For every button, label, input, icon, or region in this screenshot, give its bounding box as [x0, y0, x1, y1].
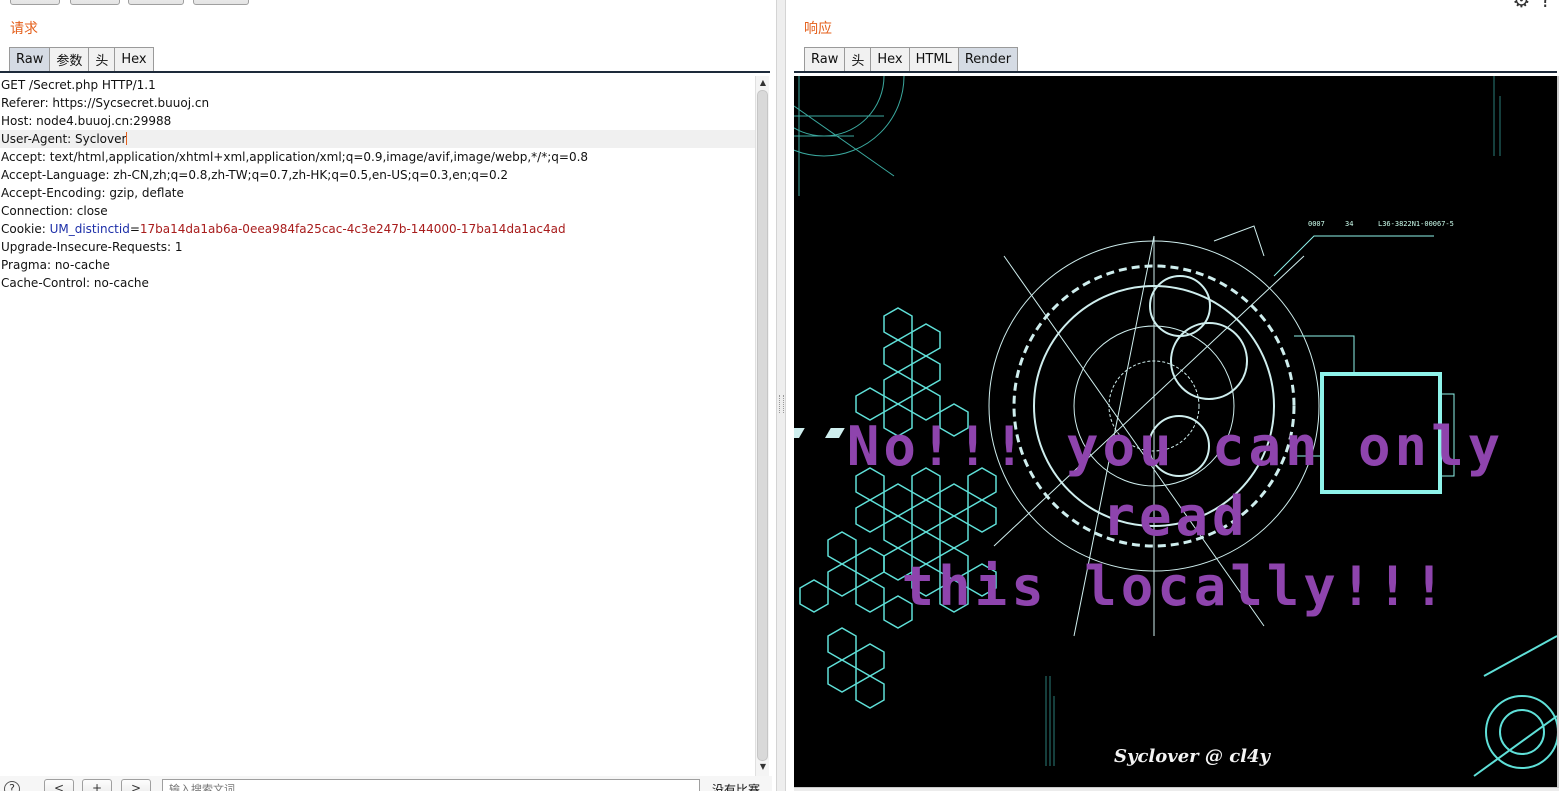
request-header-cache-control[interactable]: Cache-Control: no-cache	[0, 274, 755, 292]
scroll-down-arrow-icon[interactable]: ▼	[758, 762, 768, 771]
response-title: 响应	[804, 21, 832, 37]
request-header-accept-language[interactable]: Accept-Language: zh-CN,zh;q=0.8,zh-TW;q=…	[0, 166, 755, 184]
corner-radar-icon	[794, 76, 905, 196]
request-pane: 请求 Raw 参数 头 Hex GET /Secret.php HTTP/1.1…	[0, 0, 772, 791]
tab-hex[interactable]: Hex	[115, 47, 154, 72]
tab-params[interactable]: 参数	[50, 47, 90, 72]
response-tabs: Raw 头 Hex HTML Render	[804, 47, 1019, 72]
request-scrollbar[interactable]: ▲ ▼	[755, 76, 769, 776]
tab-raw[interactable]: Raw	[9, 47, 51, 72]
user-agent-text: User-Agent: Syclover	[1, 132, 127, 146]
request-header-referer[interactable]: Referer: https://Sycsecret.buuoj.cn	[0, 94, 755, 112]
corner-target-icon	[1473, 635, 1557, 777]
request-header-cookie[interactable]: Cookie: UM_distinctid=17ba14da1ab6a-0eea…	[0, 220, 755, 238]
request-header-accept-encoding[interactable]: Accept-Encoding: gzip, deflate	[0, 184, 755, 202]
response-bottom-bar	[794, 787, 1559, 791]
request-header-upgrade-insecure[interactable]: Upgrade-Insecure-Requests: 1	[0, 238, 755, 256]
response-tab-underline	[794, 71, 1557, 73]
search-bar: ? < + > 没有比赛	[0, 776, 772, 791]
request-title: 请求	[10, 21, 38, 37]
request-header-connection[interactable]: Connection: close	[0, 202, 755, 220]
text-caret	[126, 132, 128, 145]
hud-label-a: 0007	[1308, 220, 1325, 228]
tab-hex[interactable]: Hex	[871, 47, 910, 72]
hud-label-c: L36-3822N1-00067-5	[1378, 220, 1454, 228]
search-match-status: 没有比赛	[712, 783, 761, 791]
render-view: 0007 34 L36-3822N1-00067-5 No!!! you can…	[794, 76, 1557, 787]
tab-headers[interactable]: 头	[89, 47, 116, 72]
tab-html[interactable]: HTML	[909, 47, 959, 72]
request-header-accept[interactable]: Accept: text/html,application/xhtml+xml,…	[0, 148, 755, 166]
render-message-line-2: this locally!!!	[901, 555, 1450, 618]
render-message: No!!! you can only read this locally!!!	[794, 412, 1557, 622]
help-icon[interactable]: ?	[4, 781, 20, 791]
tab-headers[interactable]: 头	[845, 47, 872, 72]
request-editor[interactable]: GET /Secret.php HTTP/1.1 Referer: https:…	[0, 76, 755, 776]
request-header-user-agent[interactable]: User-Agent: Syclover	[0, 130, 755, 148]
scroll-up-arrow-icon[interactable]: ▲	[758, 78, 768, 87]
render-signature: Syclover @ cl4y	[1114, 746, 1270, 767]
search-prev-button[interactable]: <	[44, 779, 74, 791]
request-header-host[interactable]: Host: node4.buuoj.cn:29988	[0, 112, 755, 130]
cookie-prefix: Cookie:	[1, 222, 50, 236]
search-input[interactable]	[162, 779, 700, 791]
tab-raw[interactable]: Raw	[804, 47, 846, 72]
request-tabs: Raw 参数 头 Hex	[9, 47, 154, 72]
tab-render[interactable]: Render	[958, 47, 1019, 72]
request-scroll-thumb[interactable]	[757, 90, 768, 761]
hud-label-b: 34	[1345, 220, 1354, 228]
splitter-grip-icon[interactable]	[779, 395, 784, 413]
render-message-line-1: No!!! you can only read	[846, 415, 1505, 548]
cookie-value: 17ba14da1ab6a-0eea984fa25cac-4c3e247b-14…	[139, 222, 566, 236]
request-tab-underline	[0, 71, 770, 73]
cookie-equals: =	[129, 222, 140, 236]
search-next-button[interactable]: >	[121, 779, 151, 791]
burp-repeater-window: ⚙ ? 请求 Raw 参数 头 Hex GET /Secret.php HTTP…	[0, 0, 1559, 791]
search-add-button[interactable]: +	[82, 779, 112, 791]
request-line[interactable]: GET /Secret.php HTTP/1.1	[0, 76, 755, 94]
cookie-name: UM_distinctid	[49, 222, 130, 236]
request-header-pragma[interactable]: Pragma: no-cache	[0, 256, 755, 274]
pane-splitter[interactable]	[776, 0, 786, 791]
